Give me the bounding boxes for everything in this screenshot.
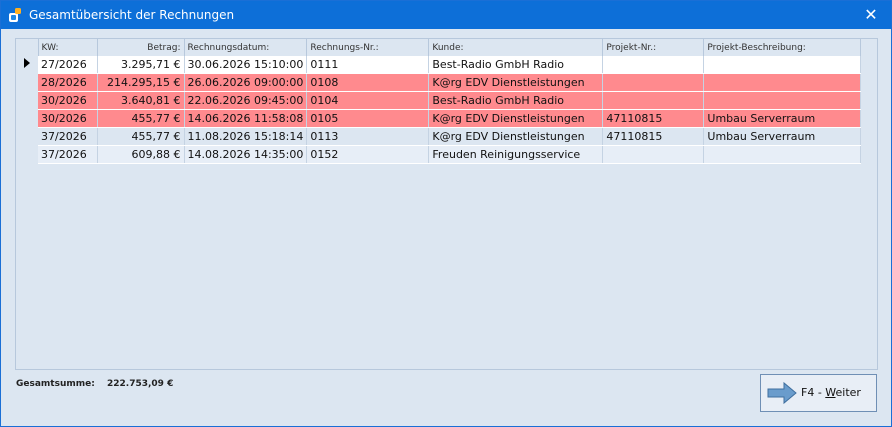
cell-kunde[interactable]: K@rg EDV Dienstleistungen (428, 127, 604, 146)
cell-kunde[interactable]: Best-Radio GmbH Radio (428, 56, 604, 74)
column-header-kunde[interactable]: Kunde: (428, 39, 604, 56)
cell-beschreibung[interactable]: Umbau Serverraum (703, 109, 862, 128)
cell-nr[interactable]: 0105 (306, 109, 430, 128)
table-body: 27/2026 3.295,71 €30.06.2026 15:10:00 0111… (16, 56, 862, 164)
cell-kunde[interactable]: K@rg EDV Dienstleistungen (428, 109, 604, 128)
cell-datum[interactable]: 14.06.2026 11:58:08 (184, 109, 308, 128)
cell-kw[interactable]: 30/2026 (38, 91, 98, 110)
column-header-rechnungs-nr[interactable]: Rechnungs-Nr.: (306, 39, 430, 56)
table-header: KW: Betrag: Rechnungsdatum: Rechnungs-Nr… (16, 39, 862, 56)
cell-kunde[interactable]: K@rg EDV Dienstleistungen (428, 73, 604, 92)
table-row[interactable]: 30/2026 3.640,81 €22.06.2026 09:45:00 0104… (16, 91, 862, 110)
row-selector[interactable] (16, 73, 38, 92)
row-selector-header (16, 39, 39, 56)
cell-datum[interactable]: 26.06.2026 09:00:00 (184, 73, 308, 92)
row-selector[interactable] (16, 145, 38, 164)
cell-datum[interactable]: 30.06.2026 15:10:00 (184, 56, 308, 74)
column-header-projekt-beschreibung[interactable]: Projekt-Beschreibung: (703, 39, 862, 56)
invoice-grid[interactable]: KW: Betrag: Rechnungsdatum: Rechnungs-Nr… (15, 38, 878, 370)
cell-beschreibung[interactable]: Umbau Serverraum (703, 127, 862, 146)
table-row[interactable]: 37/2026 609,88 €14.08.2026 14:35:00 0152 Fr… (16, 145, 862, 164)
close-icon[interactable]: ✕ (861, 5, 881, 25)
next-button[interactable]: F4 - Weiter (760, 374, 877, 412)
column-header-betrag[interactable]: Betrag: (97, 39, 185, 56)
cell-beschreibung[interactable] (703, 91, 862, 110)
column-header-projekt-nr[interactable]: Projekt-Nr.: (602, 39, 705, 56)
table-row[interactable]: 37/2026 455,77 €11.08.2026 15:18:14 0113 K@… (16, 127, 862, 146)
cell-kunde[interactable]: Best-Radio GmbH Radio (428, 91, 604, 110)
total-value: 222.753,09 € (107, 379, 174, 389)
row-selector[interactable] (16, 127, 38, 146)
total-label: Gesamtsumme: (16, 379, 95, 389)
cell-kw[interactable]: 28/2026 (38, 73, 98, 92)
column-header-kw[interactable]: KW: (38, 39, 98, 56)
cell-projekt[interactable] (602, 91, 705, 110)
cell-nr[interactable]: 0108 (306, 73, 430, 92)
cell-nr[interactable]: 0111 (306, 56, 430, 74)
cell-kw[interactable]: 30/2026 (38, 109, 98, 128)
cell-nr[interactable]: 0113 (306, 127, 430, 146)
table-row[interactable]: 30/2026 455,77 €14.06.2026 11:58:08 0105 K@… (16, 109, 862, 128)
cell-betrag[interactable]: 3.295,71 € (97, 56, 185, 74)
cell-datum[interactable]: 14.08.2026 14:35:00 (184, 145, 308, 164)
row-selector[interactable] (16, 91, 38, 110)
cell-projekt[interactable] (602, 73, 705, 92)
row-selector[interactable] (16, 56, 38, 74)
cell-beschreibung[interactable] (703, 56, 862, 74)
current-row-marker-icon (24, 58, 30, 69)
cell-projekt[interactable]: 47110815 (602, 109, 705, 128)
cell-betrag[interactable]: 455,77 € (97, 109, 185, 128)
invoice-table: KW: Betrag: Rechnungsdatum: Rechnungs-Nr… (16, 39, 862, 164)
cell-beschreibung[interactable] (703, 73, 862, 92)
column-header-rechnungsdatum[interactable]: Rechnungsdatum: (184, 39, 308, 56)
cell-kunde[interactable]: Freuden Reinigungsservice (428, 145, 604, 164)
app-icon (9, 8, 21, 22)
row-selector[interactable] (16, 109, 38, 128)
cell-betrag[interactable]: 214.295,15 € (97, 73, 185, 92)
cell-nr[interactable]: 0152 (306, 145, 430, 164)
invoice-overview-window: Gesamtübersicht der Rechnungen ✕ KW: Bet… (0, 0, 892, 427)
arrow-right-icon (767, 381, 797, 405)
next-button-label: F4 - Weiter (801, 386, 861, 399)
cell-beschreibung[interactable] (703, 145, 862, 164)
window-title: Gesamtübersicht der Rechnungen (29, 8, 235, 22)
cell-betrag[interactable]: 609,88 € (97, 145, 185, 164)
table-row[interactable]: 27/2026 3.295,71 €30.06.2026 15:10:00 0111… (16, 56, 862, 74)
title-bar[interactable]: Gesamtübersicht der Rechnungen ✕ (1, 1, 891, 29)
cell-betrag[interactable]: 3.640,81 € (97, 91, 185, 110)
cell-nr[interactable]: 0104 (306, 91, 430, 110)
cell-kw[interactable]: 37/2026 (38, 127, 98, 146)
cell-projekt[interactable]: 47110815 (602, 127, 705, 146)
cell-betrag[interactable]: 455,77 € (97, 127, 185, 146)
cell-projekt[interactable] (602, 145, 705, 164)
cell-projekt[interactable] (602, 56, 705, 74)
cell-datum[interactable]: 22.06.2026 09:45:00 (184, 91, 308, 110)
table-row[interactable]: 28/2026 214.295,15 €26.06.2026 09:00:00 01… (16, 73, 862, 92)
cell-datum[interactable]: 11.08.2026 15:18:14 (184, 127, 308, 146)
cell-kw[interactable]: 27/2026 (38, 56, 98, 74)
cell-kw[interactable]: 37/2026 (38, 145, 98, 164)
